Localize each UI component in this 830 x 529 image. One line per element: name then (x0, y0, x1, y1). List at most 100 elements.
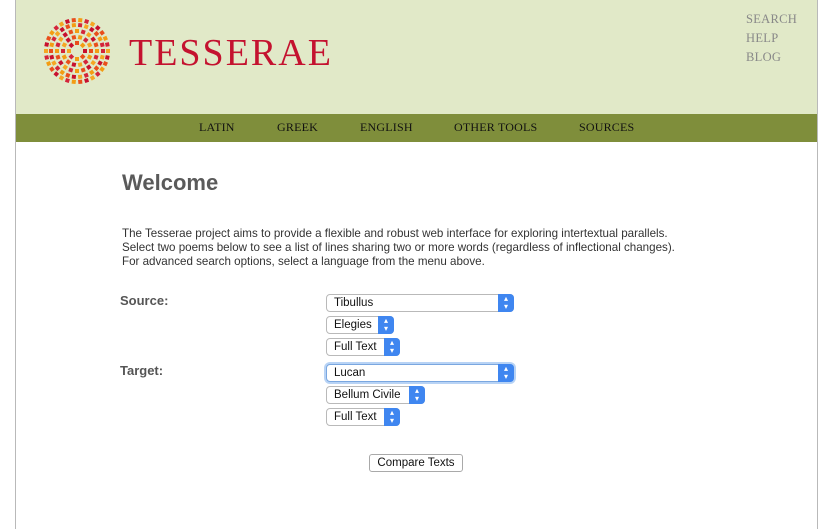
logo-tile (55, 42, 61, 48)
logo-tile (83, 24, 89, 30)
source-work-value: Elegies (334, 319, 372, 331)
source-unit-select[interactable]: Full Text ▴ ▾ (326, 338, 400, 356)
target-label: Target: (120, 363, 164, 378)
logo-tile (46, 35, 52, 42)
logo-tile (67, 49, 71, 53)
source-author-select[interactable]: Tibullus ▴ ▾ (326, 294, 514, 312)
logo-tile (86, 54, 93, 60)
logo-tile (102, 60, 108, 67)
site-brand[interactable]: TESSERAE (129, 31, 333, 75)
logo-tile (58, 21, 65, 27)
nav-latin[interactable]: LATIN (199, 120, 235, 135)
logo-tile (79, 53, 86, 60)
logo-tile (71, 17, 76, 23)
logo-tile (85, 64, 92, 70)
chevron-up-down-icon: ▴ ▾ (409, 386, 425, 404)
target-work-select[interactable]: Bellum Civile ▴ ▾ (326, 386, 425, 404)
logo-tile (88, 69, 95, 76)
nav-other-tools[interactable]: OTHER TOOLS (454, 120, 537, 135)
logo-tile (49, 49, 53, 53)
compare-texts-button[interactable]: Compare Texts (369, 454, 463, 472)
logo-tile (89, 75, 96, 81)
logo-tile (104, 55, 110, 60)
logo-tile (83, 72, 89, 78)
logo-tile (90, 36, 96, 43)
logo-tile (49, 66, 55, 73)
logo-tile (71, 62, 77, 68)
logo-tile (94, 25, 101, 31)
logo-tile (80, 29, 86, 35)
source-label: Source: (120, 293, 169, 308)
logo-tile (89, 21, 96, 27)
logo-tile (89, 49, 93, 53)
logo-tile (97, 60, 103, 66)
logo-tile (65, 59, 72, 65)
blog-link[interactable]: BLOG (746, 48, 797, 67)
logo-tile (68, 67, 74, 73)
tesserae-logo-icon[interactable] (43, 17, 111, 85)
logo-tile (78, 79, 83, 85)
logo-tile (99, 54, 105, 60)
logo-tile (64, 77, 70, 84)
target-unit-value: Full Text (334, 411, 377, 423)
logo-tile (59, 26, 66, 33)
intro-line: For advanced search options, select a la… (122, 255, 485, 268)
logo-tile (77, 22, 83, 28)
logo-tile (77, 62, 83, 68)
logo-tile (79, 42, 86, 49)
chevron-up-down-icon: ▴ ▾ (384, 338, 400, 356)
intro-text: The Tesserae project aims to provide a f… (122, 227, 762, 269)
logo-tile (58, 75, 65, 81)
logo-tile (82, 37, 89, 43)
logo-tile (99, 29, 105, 36)
logo-tile (46, 60, 52, 67)
logo-tile (80, 67, 86, 73)
source-work-select[interactable]: Elegies ▴ ▾ (326, 316, 394, 334)
logo-tile (62, 32, 69, 38)
logo-tile (97, 36, 103, 42)
logo-tile (61, 42, 68, 48)
logo-tile (54, 65, 61, 72)
logo-tile (44, 49, 48, 53)
chevron-up-down-icon: ▴ ▾ (498, 364, 514, 382)
logo-tile (68, 53, 75, 60)
source-author-value: Tibullus (334, 297, 374, 309)
logo-tile (61, 54, 68, 60)
logo-tile (55, 54, 61, 60)
logo-tile (68, 42, 75, 49)
logo-tile (99, 42, 105, 48)
logo-tile (44, 42, 50, 47)
search-link[interactable]: SEARCH (746, 10, 797, 29)
chevron-up-down-icon: ▴ ▾ (498, 294, 514, 312)
logo-tile (51, 60, 57, 66)
logo-tile (65, 72, 71, 78)
top-links: SEARCH HELP BLOG (746, 10, 797, 67)
logo-tile (101, 49, 105, 53)
logo-tile (75, 41, 79, 45)
logo-tile (68, 29, 74, 35)
main-nav: LATIN GREEK ENGLISH OTHER TOOLS SOURCES (16, 114, 817, 142)
source-unit-value: Full Text (334, 341, 377, 353)
logo-tile (94, 71, 101, 77)
intro-line: The Tesserae project aims to provide a f… (122, 227, 668, 240)
logo-tile (61, 49, 65, 53)
nav-greek[interactable]: GREEK (277, 120, 318, 135)
target-author-value: Lucan (334, 367, 366, 379)
logo-tile (75, 69, 79, 73)
logo-tile (58, 36, 64, 43)
logo-tile (71, 34, 77, 40)
help-link[interactable]: HELP (746, 29, 797, 48)
logo-tile (71, 22, 77, 28)
logo-tile (93, 54, 99, 60)
logo-tile (59, 69, 66, 76)
logo-tile (65, 37, 72, 43)
chevron-up-down-icon: ▴ ▾ (378, 316, 394, 334)
logo-tile (53, 25, 60, 31)
logo-tile (93, 42, 99, 48)
nav-sources[interactable]: SOURCES (579, 120, 634, 135)
target-unit-select[interactable]: Full Text ▴ ▾ (326, 408, 400, 426)
nav-english[interactable]: ENGLISH (360, 120, 413, 135)
logo-tile (55, 49, 59, 53)
target-author-select[interactable]: Lucan ▴ ▾ (326, 364, 514, 382)
logo-tile (71, 74, 77, 80)
